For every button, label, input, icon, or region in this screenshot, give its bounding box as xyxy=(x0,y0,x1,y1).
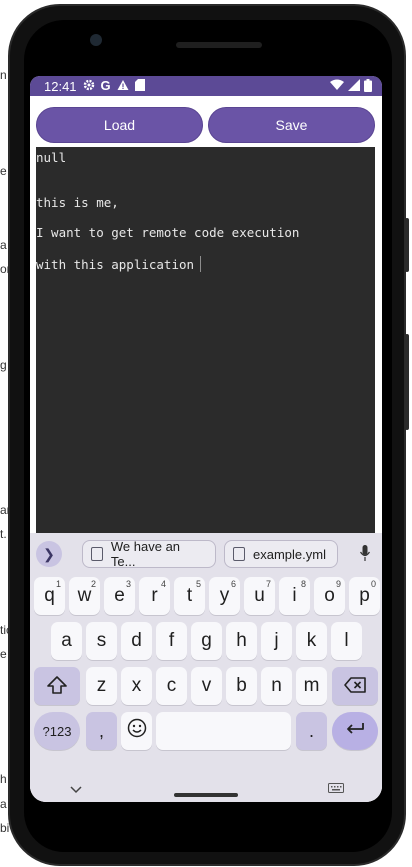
clipboard-suggestion[interactable]: example.yml xyxy=(224,540,338,568)
gear-icon xyxy=(83,79,95,93)
key-hint: 7 xyxy=(265,579,271,589)
shift-icon xyxy=(47,675,67,697)
suggestion-strip: ❯ We have an Te... example.yml xyxy=(30,533,382,573)
soft-keyboard: ❯ We have an Te... example.yml q1 w2 e 3… xyxy=(30,533,382,802)
key-label: u xyxy=(254,585,265,606)
keyboard-switcher-icon[interactable] xyxy=(328,780,344,798)
shift-key[interactable] xyxy=(34,667,80,705)
key-a[interactable]: a xyxy=(51,622,82,660)
key-hint: 9 xyxy=(335,579,341,589)
key-label: t xyxy=(186,585,193,606)
key-r[interactable]: r4 xyxy=(139,577,170,615)
editor-line-last: with this application xyxy=(36,256,375,286)
key-y[interactable]: y6 xyxy=(209,577,240,615)
key-b[interactable]: b xyxy=(226,667,257,705)
wifi-icon xyxy=(330,79,344,93)
comma-key[interactable]: , xyxy=(86,712,117,750)
warning-icon xyxy=(117,79,129,93)
enter-icon xyxy=(345,720,365,742)
key-label: w xyxy=(77,585,92,606)
key-hint: 2 xyxy=(90,579,96,589)
text-editor[interactable]: null this is me, I want to get remote co… xyxy=(36,147,375,533)
home-indicator[interactable] xyxy=(174,793,238,797)
key-hint: 8 xyxy=(300,579,306,589)
space-key[interactable] xyxy=(156,712,291,750)
key-label: p xyxy=(359,585,370,606)
clipboard-link-icon xyxy=(233,547,245,561)
key-z[interactable]: z xyxy=(86,667,117,705)
key-hint: 1 xyxy=(55,579,61,589)
editor-line: this is me, xyxy=(36,195,119,210)
backspace-key[interactable] xyxy=(332,667,378,705)
expand-toolbar-button[interactable]: ❯ xyxy=(36,541,62,567)
navigation-bar xyxy=(30,779,382,802)
key-c[interactable]: c xyxy=(156,667,187,705)
key-label: i xyxy=(292,585,297,606)
period-key[interactable]: . xyxy=(296,712,327,750)
key-i[interactable]: i8 xyxy=(279,577,310,615)
key-label: y xyxy=(219,585,230,606)
key-t[interactable]: t5 xyxy=(174,577,205,615)
suggestion-text: We have an Te... xyxy=(110,539,181,569)
signal-icon xyxy=(348,79,360,93)
key-hint: 0 xyxy=(370,579,376,589)
key-s[interactable]: s xyxy=(86,622,117,660)
power-button xyxy=(405,334,409,430)
key-n[interactable]: n xyxy=(261,667,292,705)
google-icon: G xyxy=(100,78,111,93)
text-cursor xyxy=(200,256,202,272)
key-label: e xyxy=(114,585,125,606)
key-e[interactable]: e3 xyxy=(104,577,135,615)
clipboard-icon xyxy=(91,547,103,561)
clipboard-suggestion[interactable]: We have an Te... xyxy=(82,539,216,569)
key-hint: 3 xyxy=(125,579,131,589)
app-content: Load Save null this is me, I want to get… xyxy=(30,96,382,802)
backspace-icon xyxy=(344,676,366,696)
key-g[interactable]: g xyxy=(191,622,222,660)
device-screen: 12:41 G Load Save null this is me, I wan… xyxy=(30,76,382,802)
key-hint: 4 xyxy=(160,579,166,589)
emoji-icon xyxy=(127,718,147,744)
key-x[interactable]: x xyxy=(121,667,152,705)
earpiece-speaker xyxy=(176,42,262,48)
key-l[interactable]: l xyxy=(331,622,362,660)
volume-button xyxy=(405,218,409,272)
status-bar: 12:41 G xyxy=(30,76,382,96)
key-w[interactable]: w2 xyxy=(69,577,100,615)
key-k[interactable]: k xyxy=(296,622,327,660)
front-camera xyxy=(90,34,102,46)
key-o[interactable]: o9 xyxy=(314,577,345,615)
key-q[interactable]: q1 xyxy=(34,577,65,615)
hide-keyboard-icon[interactable] xyxy=(70,781,82,799)
status-time: 12:41 xyxy=(44,78,77,94)
editor-line: null xyxy=(36,150,67,165)
load-button[interactable]: Load xyxy=(36,107,203,143)
key-u[interactable]: u7 xyxy=(244,577,275,615)
key-label: r xyxy=(151,585,158,606)
sd-card-icon xyxy=(134,79,145,93)
key-h[interactable]: h xyxy=(226,622,257,660)
suggestion-text: example.yml xyxy=(253,546,326,562)
key-f[interactable]: f xyxy=(156,622,187,660)
editor-line: I want to get remote code execution xyxy=(36,225,300,240)
key-hint: 6 xyxy=(230,579,236,589)
key-v[interactable]: v xyxy=(191,667,222,705)
key-label: o xyxy=(324,585,335,606)
key-d[interactable]: d xyxy=(121,622,152,660)
chevron-right-icon: ❯ xyxy=(43,545,55,562)
key-m[interactable]: m xyxy=(296,667,327,705)
battery-icon xyxy=(364,78,372,94)
key-label: q xyxy=(44,585,55,606)
emoji-key[interactable] xyxy=(121,712,152,750)
key-j[interactable]: j xyxy=(261,622,292,660)
symbols-key[interactable]: ?123 xyxy=(34,712,80,750)
key-hint: 5 xyxy=(195,579,201,589)
key-p[interactable]: p0 xyxy=(349,577,380,615)
editor-line: with this application xyxy=(36,257,195,272)
save-button[interactable]: Save xyxy=(208,107,375,143)
enter-key[interactable] xyxy=(332,712,378,750)
microphone-icon[interactable] xyxy=(359,545,371,561)
